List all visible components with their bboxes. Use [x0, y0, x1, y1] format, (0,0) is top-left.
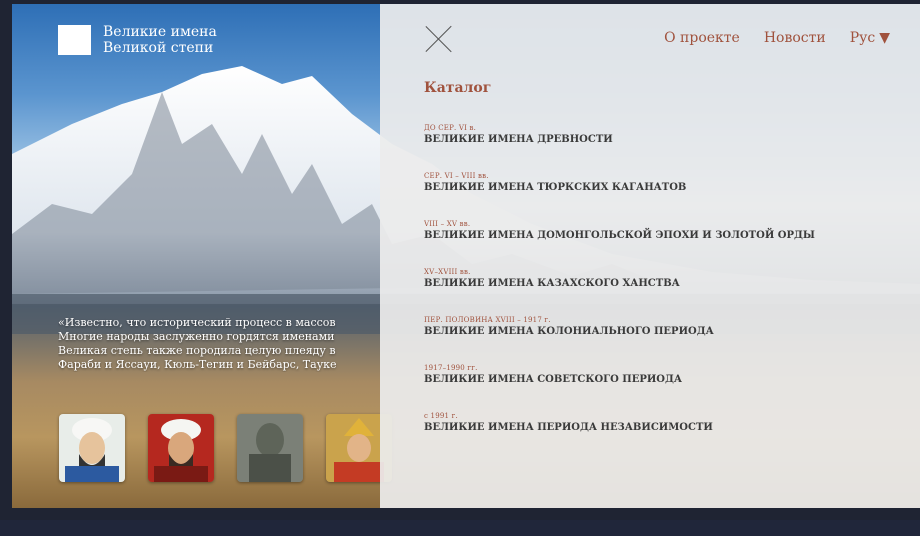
nav-news[interactable]: Новости — [764, 30, 826, 46]
close-icon[interactable] — [424, 24, 454, 54]
period-name: ВЕЛИКИЕ ИМЕНА ПЕРИОДА НЕЗАВИСИМОСТИ — [424, 422, 713, 433]
brand-line-1: Великие имена — [103, 24, 217, 40]
brand-title: Великие имена Великой степи — [103, 24, 217, 56]
portrait-image — [237, 414, 303, 482]
language-selector[interactable]: Рус ▼ — [850, 30, 890, 46]
period-item-turkic[interactable]: СЕР. VI – VIII вв. ВЕЛИКИЕ ИМЕНА ТЮРКСКИ… — [424, 172, 815, 220]
period-name: ВЕЛИКИЕ ИМЕНА ДОМОНГОЛЬСКОЙ ЭПОХИ И ЗОЛО… — [424, 230, 815, 241]
period-item-ancient[interactable]: ДО СЕР. VI в. ВЕЛИКИЕ ИМЕНА ДРЕВНОСТИ — [424, 124, 815, 172]
period-name: ВЕЛИКИЕ ИМЕНА КАЗАХСКОГО ХАНСТВА — [424, 278, 680, 289]
caret-down-icon: ▼ — [879, 30, 890, 46]
period-range: СЕР. VI – VIII вв. — [424, 172, 489, 180]
quote-line: «Известно, что исторический процесс в ма… — [58, 316, 336, 329]
period-item-khanate[interactable]: XV–XVIII вв. ВЕЛИКИЕ ИМЕНА КАЗАХСКОГО ХА… — [424, 268, 815, 316]
top-nav: О проекте Новости Рус ▼ — [664, 30, 890, 46]
period-item-colonial[interactable]: ПЕР. ПОЛОВИНА XVIII – 1917 г. ВЕЛИКИЕ ИМ… — [424, 316, 815, 364]
hero-quote: «Известно, что исторический процесс в ма… — [58, 316, 388, 372]
portrait-card[interactable] — [148, 414, 214, 482]
portrait-card[interactable] — [237, 414, 303, 482]
brand[interactable]: Великие имена Великой степи — [58, 24, 217, 56]
portrait-image — [59, 414, 125, 482]
catalog-title: Каталог — [424, 80, 492, 96]
logo-icon — [58, 25, 91, 55]
nav-about[interactable]: О проекте — [664, 30, 740, 46]
quote-line: Многие народы заслуженно гордятся именам… — [58, 330, 335, 343]
portrait-image — [148, 414, 214, 482]
period-name: ВЕЛИКИЕ ИМЕНА КОЛОНИАЛЬНОГО ПЕРИОДА — [424, 326, 714, 337]
period-range: с 1991 г. — [424, 412, 458, 420]
portrait-card[interactable] — [59, 414, 125, 482]
brand-line-2: Великой степи — [103, 40, 214, 56]
period-range: 1917–1990 гг. — [424, 364, 478, 372]
period-name: ВЕЛИКИЕ ИМЕНА ДРЕВНОСТИ — [424, 134, 613, 145]
period-item-independence[interactable]: с 1991 г. ВЕЛИКИЕ ИМЕНА ПЕРИОДА НЕЗАВИСИ… — [424, 412, 815, 460]
period-range: ДО СЕР. VI в. — [424, 124, 477, 132]
period-item-premongol[interactable]: VIII – XV вв. ВЕЛИКИЕ ИМЕНА ДОМОНГОЛЬСКО… — [424, 220, 815, 268]
period-list: ДО СЕР. VI в. ВЕЛИКИЕ ИМЕНА ДРЕВНОСТИ СЕ… — [424, 124, 815, 460]
period-range: XV–XVIII вв. — [424, 268, 471, 276]
quote-line: Великая степь также породила целую плеяд… — [58, 344, 336, 357]
bottom-bar — [0, 520, 920, 536]
portrait-strip — [59, 414, 392, 482]
period-name: ВЕЛИКИЕ ИМЕНА ТЮРКСКИХ КАГАНАТОВ — [424, 182, 687, 193]
period-item-soviet[interactable]: 1917–1990 гг. ВЕЛИКИЕ ИМЕНА СОВЕТСКОГО П… — [424, 364, 815, 412]
period-name: ВЕЛИКИЕ ИМЕНА СОВЕТСКОГО ПЕРИОДА — [424, 374, 683, 385]
catalog-overlay: О проекте Новости Рус ▼ Каталог ДО СЕР. V… — [380, 4, 920, 508]
language-label: Рус — [849, 30, 876, 46]
quote-line: Фараби и Яссауи, Кюль-Тегин и Бейбарс, Т… — [58, 358, 337, 371]
period-range: VIII – XV вв. — [424, 220, 471, 228]
period-range: ПЕР. ПОЛОВИНА XVIII – 1917 г. — [424, 316, 551, 324]
